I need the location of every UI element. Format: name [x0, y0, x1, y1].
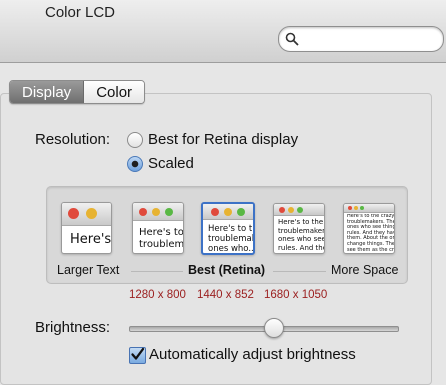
- resolution-1680: 1680 x 1050: [264, 289, 328, 301]
- brightness-label: Brightness:: [35, 319, 111, 336]
- resolution-1280: 1280 x 800: [129, 289, 186, 301]
- scale-option-more-space[interactable]: Here's to the crazy one troublemakers. T…: [343, 203, 395, 254]
- scale-label-best-retina: Best (Retina): [188, 263, 266, 277]
- scale-label-larger-text: Larger Text: [57, 263, 120, 277]
- search-input[interactable]: [305, 30, 437, 48]
- checkmark-icon: [131, 347, 145, 360]
- toolbar: Color LCD: [0, 0, 446, 63]
- preview-text: Here's to the cr troublemakers. ones who…: [278, 218, 325, 252]
- scale-option-1280[interactable]: Here's to the troublemakers: [132, 202, 184, 254]
- preview-text: Here's to the troublemak... ones who...: [208, 224, 255, 254]
- scale-label-more-space: More Space: [331, 263, 399, 277]
- resolution-1440: 1440 x 852: [197, 289, 254, 301]
- scale-option-best-retina[interactable]: Here's to the troublemak... ones who...: [201, 202, 255, 255]
- tab-bar: Display Color: [9, 80, 146, 104]
- scale-option-larger-text[interactable]: Here's: [61, 202, 112, 254]
- preview-text: Here's to the troublemakers: [139, 227, 184, 250]
- divider-line: [131, 271, 183, 272]
- window-title: Color LCD: [45, 4, 116, 21]
- radio-scaled[interactable]: [127, 156, 143, 172]
- scale-option-1680[interactable]: Here's to the cr troublemakers. ones who…: [273, 203, 325, 254]
- tab-color[interactable]: Color: [84, 81, 145, 103]
- search-field[interactable]: [278, 26, 444, 52]
- auto-brightness-label[interactable]: Automatically adjust brightness: [149, 346, 356, 363]
- resolution-label: Resolution:: [35, 131, 111, 148]
- search-icon: [285, 32, 299, 46]
- radio-best-for-retina[interactable]: [127, 132, 143, 148]
- auto-brightness-checkbox[interactable]: [129, 347, 146, 364]
- radio-scaled-label[interactable]: Scaled: [148, 155, 194, 172]
- radio-best-for-retina-label[interactable]: Best for Retina display: [148, 131, 298, 148]
- tab-display[interactable]: Display: [10, 81, 85, 103]
- preview-text: Here's to the crazy one troublemakers. T…: [347, 214, 395, 253]
- divider-line: [273, 271, 326, 272]
- preview-text: Here's: [70, 233, 112, 247]
- brightness-slider-knob[interactable]: [263, 318, 284, 338]
